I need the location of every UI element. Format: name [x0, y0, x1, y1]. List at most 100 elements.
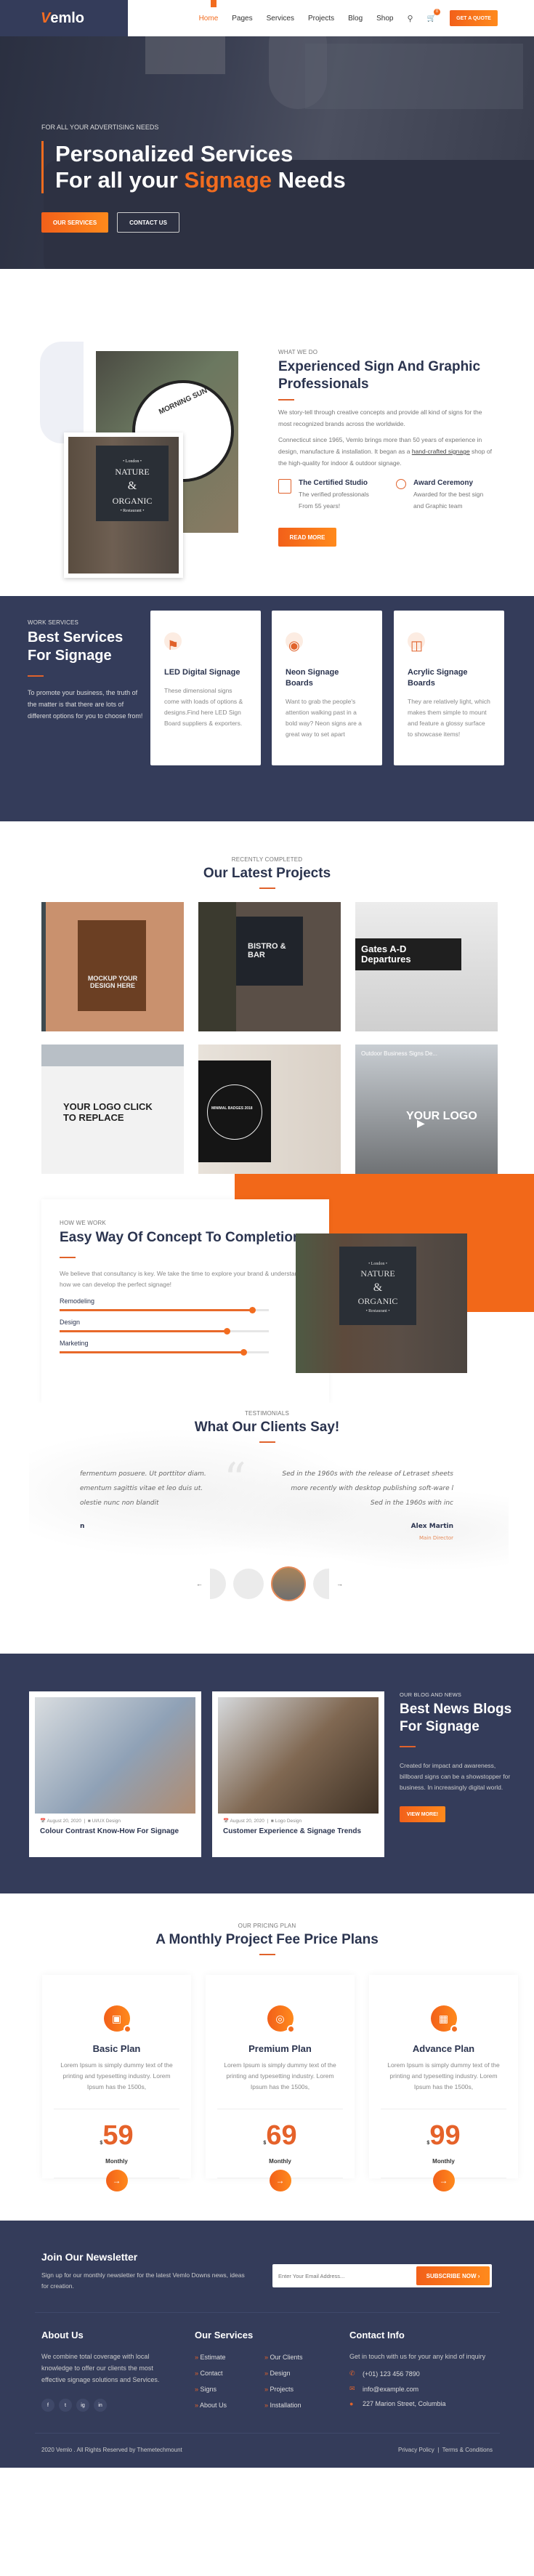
search-icon[interactable]: ⚲ [407, 14, 413, 23]
view-more-button[interactable]: VIEW MORE! [400, 1806, 445, 1822]
plan-card-basic: ▣ Basic Plan Lorem Ipsum is simply dummy… [42, 1975, 191, 2191]
services-title: Best Services For Signage [28, 629, 124, 664]
arrow-right-icon[interactable]: → [105, 2170, 128, 2191]
title-underline [278, 399, 294, 401]
about-us-text: We combine total coverage with local kno… [41, 2353, 160, 2383]
blog-heading: Best News Blogs For Signage [400, 1702, 512, 1734]
skill-track [60, 1328, 269, 1335]
client-avatar-active[interactable] [271, 1566, 306, 1601]
how-image: • London • NATURE & ORGANIC • Restaurant… [296, 1233, 467, 1373]
cart-icon[interactable]: 🛒 0 [427, 8, 440, 23]
folder-icon: ■ [270, 1819, 274, 1824]
nav-blog[interactable]: Blog [348, 15, 363, 23]
skill-track [60, 1349, 269, 1356]
project-tile[interactable]: MOCKUP YOUR DESIGN HERE [41, 902, 184, 1031]
blog-card[interactable]: 📅 August 20, 2020 | ■ Logo Design Custom… [212, 1691, 384, 1857]
divider [35, 2312, 500, 2313]
testimonial-left: fermentum posuere. Ut porttitor diam. em… [80, 1470, 206, 1530]
site-header: Vemlo Home Pages Services Projects Blog … [0, 0, 534, 36]
about-para-2: Connecticut since 1965, Vemlo brings mor… [278, 436, 492, 467]
blog-section: 📅 August 20, 2020 | ■ UI/UX Design Colou… [0, 1654, 534, 1893]
skill-fill [60, 1351, 244, 1353]
nav-shop[interactable]: Shop [376, 15, 393, 23]
arrow-right-icon[interactable]: → [269, 2170, 291, 2191]
calendar-icon: 📅 [40, 1819, 46, 1824]
twitter-icon[interactable]: t [59, 2399, 72, 2412]
footer-link[interactable]: Projects [264, 2386, 334, 2393]
our-services-button[interactable]: OUR SERVICES [41, 212, 108, 233]
signpost-icon: ⚑ [167, 638, 179, 653]
cart-badge: 0 [434, 8, 440, 15]
client-avatar[interactable] [233, 1569, 264, 1599]
projects-subtitle: RECENTLY COMPLETED [231, 856, 303, 863]
plan-price: $99 [426, 2120, 461, 2151]
blog-title[interactable]: Colour Contrast Know-How For Signage [35, 1826, 195, 1838]
blog-card[interactable]: 📅 August 20, 2020 | ■ UI/UX Design Colou… [29, 1691, 201, 1857]
project-tile[interactable]: MINIMAL BADGES 2018 [198, 1045, 341, 1174]
footer-link[interactable]: Signs [195, 2386, 264, 2393]
nav-home[interactable]: Home [199, 15, 219, 23]
service-card[interactable]: ◫ Acrylic Signage Boards They are relati… [394, 611, 504, 765]
main-nav: Home Pages Services Projects Blog Shop ⚲… [128, 0, 534, 36]
about-image-front: • London • NATURE & ORGANIC • Restaurant… [64, 432, 183, 578]
project-tile[interactable]: BISTRO & BAR [198, 902, 341, 1031]
get-quote-button[interactable]: GET A QUOTE [450, 10, 498, 26]
skill-handle [240, 1349, 248, 1356]
newsletter-text: Sign up for our monthly newsletter for t… [41, 2271, 245, 2290]
privacy-link[interactable]: Privacy Policy [398, 2447, 434, 2453]
blog-title[interactable]: Customer Experience & Signage Trends [218, 1826, 379, 1838]
project-tile[interactable]: YOUR LOGO CLICK TO REPLACE [41, 1045, 184, 1174]
skill-fill [60, 1330, 227, 1332]
projects-section: RECENTLY COMPLETED Our Latest Projects M… [0, 821, 534, 1174]
calendar-icon: 📅 [223, 1819, 230, 1824]
testimonials-subtitle: TESTIMONIALS [244, 1410, 290, 1417]
footer-link[interactable]: Contact [195, 2370, 264, 2377]
hand-crafted-link[interactable]: hand-crafted signage [412, 448, 470, 455]
mail-icon: ✉ [349, 2385, 355, 2392]
contact-us-button[interactable]: CONTACT US [117, 212, 179, 233]
arrow-left-icon[interactable]: ← [196, 1580, 203, 1587]
footer-link[interactable]: Installation [264, 2402, 334, 2409]
read-more-button[interactable]: READ MORE [278, 528, 336, 547]
terms-link[interactable]: Terms & Conditions [442, 2447, 493, 2453]
email-input[interactable] [275, 2272, 416, 2279]
instagram-icon[interactable]: ig [76, 2399, 89, 2412]
nav-pages[interactable]: Pages [232, 15, 252, 23]
skill-fill [60, 1309, 252, 1311]
skill-label: Design [60, 1319, 81, 1326]
footer-link[interactable]: Our Clients [264, 2354, 334, 2361]
zip-file-icon: ◫ [410, 638, 424, 653]
services-text: To promote your business, the truth of t… [28, 689, 143, 720]
arrow-right-icon[interactable]: → [432, 2170, 455, 2191]
services-section: WORK SERVICES Best Services For Signage … [0, 596, 534, 821]
client-avatar[interactable] [210, 1569, 226, 1599]
bookmark-icon [278, 479, 291, 494]
skill-label: Remodeling [60, 1297, 95, 1305]
service-card[interactable]: ◉ Neon Signage Boards Want to grab the p… [272, 611, 382, 765]
hero-title: Personalized Services For all your Signa… [41, 141, 346, 193]
nav-services[interactable]: Services [267, 15, 294, 23]
play-icon[interactable]: ▶ [417, 1117, 425, 1130]
project-video-tile[interactable]: Outdoor Business Signs De... YOUR LOGO ▶ [355, 1045, 498, 1174]
contact-info-title: Contact Info [349, 2330, 405, 2340]
service-card[interactable]: ⚑ LED Digital Signage These dimensional … [150, 611, 261, 765]
logo[interactable]: Vemlo [0, 0, 128, 36]
pricing-subtitle: OUR PRICING PLAN [238, 1923, 296, 1929]
title-underline [400, 1746, 416, 1747]
blog-subtitle: OUR BLOG AND NEWS [400, 1691, 462, 1698]
subscribe-button[interactable]: SUBSCRIBE NOW › [416, 2266, 490, 2285]
footer-link[interactable]: Estimate [195, 2354, 264, 2361]
facebook-icon[interactable]: f [41, 2399, 54, 2412]
client-avatar[interactable] [313, 1569, 329, 1599]
location-pin-icon: ● [349, 2400, 354, 2407]
about-para-1: We story-tell through creative concepts … [278, 408, 482, 427]
services-subtitle: WORK SERVICES [28, 619, 79, 626]
our-services-title: Our Services [195, 2330, 254, 2340]
arrow-right-icon[interactable]: → [336, 1580, 343, 1587]
project-tile[interactable]: Gates A-D Departures [355, 902, 498, 1031]
nav-projects[interactable]: Projects [308, 15, 334, 23]
footer-link[interactable]: Design [264, 2370, 334, 2377]
linkedin-icon[interactable]: in [94, 2399, 107, 2412]
pricing-section: OUR PRICING PLAN A Monthly Project Fee P… [0, 1893, 534, 2233]
footer-link[interactable]: About Us [195, 2402, 264, 2409]
